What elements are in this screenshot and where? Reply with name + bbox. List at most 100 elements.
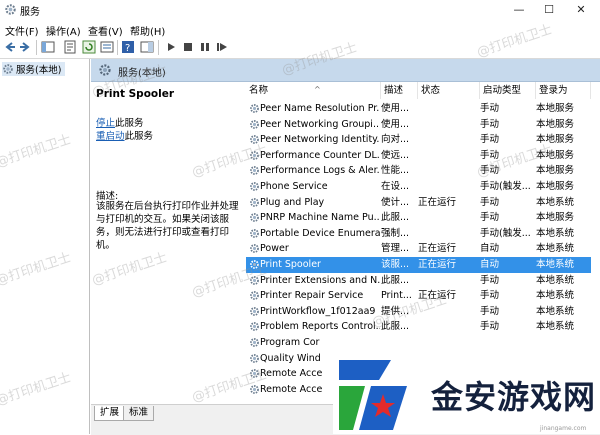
service-gear-icon xyxy=(250,166,259,176)
tree-item-services-local[interactable]: 服务(本地) xyxy=(2,62,66,76)
cell-status: 正在运行 xyxy=(418,243,457,255)
service-gear-icon xyxy=(250,213,259,223)
table-row[interactable]: Peer Networking Identity... 向对... 手动 本地服务 xyxy=(246,132,591,148)
cell-status xyxy=(418,148,478,164)
tab-extended[interactable]: 扩展 xyxy=(94,406,126,421)
cell-logon: 本地系统 xyxy=(536,196,575,208)
table-row[interactable]: Plug and Play 使计... 正在运行 手动 本地系统 xyxy=(246,195,591,211)
back-arrow-icon[interactable] xyxy=(3,40,17,54)
cell-startup: 手动 xyxy=(480,196,500,208)
cell-status xyxy=(418,117,478,133)
pause-service-icon[interactable] xyxy=(198,40,212,54)
logo-url: jinangame.com xyxy=(540,425,587,432)
stop-line: 停止此服务 xyxy=(96,115,144,129)
cell-name: Phone Service xyxy=(260,181,328,192)
export-list-icon[interactable] xyxy=(100,40,114,54)
restart-line: 重启动此服务 xyxy=(96,128,153,142)
services-gear-icon xyxy=(99,64,111,76)
minimize-button[interactable]: — xyxy=(503,0,535,20)
menu-view[interactable]: 查看(V) xyxy=(88,23,123,38)
service-gear-icon xyxy=(250,197,259,207)
show-pane-icon[interactable] xyxy=(140,40,154,54)
console-tree-icon[interactable] xyxy=(41,40,55,54)
cell-startup: 手动 xyxy=(480,165,500,177)
start-service-icon[interactable] xyxy=(164,40,178,54)
stop-service-icon[interactable] xyxy=(181,40,195,54)
cell-startup: 手动 xyxy=(480,118,500,130)
tab-standard[interactable]: 标准 xyxy=(123,406,155,421)
refresh-icon[interactable] xyxy=(82,40,96,54)
cell-logon: 本地服务 xyxy=(536,103,575,114)
menu-action[interactable]: 操作(A) xyxy=(46,23,81,38)
cell-desc: 使用... xyxy=(381,103,410,114)
column-header-startup-type[interactable]: 启动类型 xyxy=(480,82,536,99)
table-row[interactable]: PNRP Machine Name Pu... 此服... 手动 本地服务 xyxy=(246,210,591,226)
table-row[interactable]: Program Cor xyxy=(246,335,591,351)
restart-suffix: 此服务 xyxy=(124,131,154,142)
sort-ascending-icon: ^ xyxy=(314,85,321,94)
services-gear-icon xyxy=(3,64,13,74)
cell-desc: 向对... xyxy=(381,134,410,146)
cell-logon: 本地服务 xyxy=(536,149,575,161)
maximize-button[interactable]: ☐ xyxy=(533,0,565,20)
cell-status xyxy=(418,101,478,117)
cell-desc: 此服... xyxy=(381,321,410,333)
description-text: 该服务在后台执行打印作业并处理与打印机的交互。如果关闭该服务，则无法进行打印或查… xyxy=(96,201,239,251)
restart-service-icon[interactable] xyxy=(215,40,229,54)
help-icon[interactable]: ? xyxy=(121,40,135,54)
cell-status: 正在运行 xyxy=(418,196,457,208)
table-row[interactable]: Portable Device Enumera... 强制... 手动(触发... 本… xyxy=(246,226,591,242)
table-row[interactable]: Printer Extensions and N... 此服... 手动 本地系统 xyxy=(246,273,591,289)
service-gear-icon xyxy=(250,119,259,129)
table-row[interactable]: Phone Service 在设... 手动(触发... 本地服务 xyxy=(246,179,591,195)
table-row[interactable]: Peer Name Resolution Pr... 使用... 手动 本地服务 xyxy=(246,101,591,117)
properties-icon[interactable] xyxy=(63,40,77,54)
cell-name: Portable Device Enumera... xyxy=(260,227,380,239)
tree-item-label: 服务(本地) xyxy=(16,65,62,76)
table-row[interactable]: Print Spooler 该服... 正在运行 自动 本地系统 xyxy=(246,257,591,273)
service-gear-icon xyxy=(250,338,259,347)
table-row[interactable]: Power 管理... 正在运行 自动 本地系统 xyxy=(246,241,591,257)
menu-file[interactable]: 文件(F) xyxy=(5,23,39,38)
cell-logon: 本地系统 xyxy=(536,290,575,302)
table-row[interactable]: Performance Counter DL... 使远... 手动 本地服务 xyxy=(246,148,591,164)
cell-status xyxy=(418,273,478,289)
column-header-description[interactable]: 描述 xyxy=(381,82,418,99)
service-gear-icon xyxy=(250,275,259,285)
column-header-logon-as[interactable]: 登录为 xyxy=(536,82,591,99)
menu-help[interactable]: 帮助(H) xyxy=(130,23,165,38)
cell-desc: 性能... xyxy=(381,165,410,177)
pane-header: 服务(本地) xyxy=(91,59,600,82)
cell-name: Peer Networking Identity... xyxy=(260,134,380,146)
table-row[interactable]: Peer Networking Groupi... 使用... 手动 本地服务 xyxy=(246,117,591,133)
logo-text: 金安游戏网 xyxy=(431,378,597,416)
column-header-status[interactable]: 状态 xyxy=(418,82,480,99)
services-gear-icon xyxy=(5,4,16,15)
table-row[interactable]: Problem Reports Control... 此服... 手动 本地系统 xyxy=(246,319,591,335)
table-row[interactable]: Performance Logs & Aler... 性能... 手动 本地服务 xyxy=(246,163,591,179)
site-logo: 金安游戏网 jinangame.com xyxy=(333,356,600,434)
cell-logon: 本地系统 xyxy=(536,259,575,270)
pane-header-title: 服务(本地) xyxy=(118,68,166,79)
cell-startup: 手动(触发... xyxy=(480,227,531,239)
cell-desc: 使用... xyxy=(381,118,410,130)
cell-startup: 手动 xyxy=(480,290,500,302)
service-gear-icon xyxy=(250,369,259,379)
service-gear-icon xyxy=(250,260,259,269)
table-row[interactable]: Printer Repair Service Print... 正在运行 手动 本地系统 xyxy=(246,288,591,304)
column-header-name[interactable]: 名称 ^ xyxy=(246,82,381,99)
cell-desc xyxy=(381,335,417,351)
forward-arrow-icon[interactable] xyxy=(18,40,32,54)
cell-startup: 自动 xyxy=(480,259,500,270)
cell-status: 正在运行 xyxy=(418,290,457,302)
restart-service-link[interactable]: 重启动 xyxy=(96,131,125,142)
service-gear-icon xyxy=(250,150,259,160)
close-button[interactable]: ✕ xyxy=(565,0,597,20)
cell-logon: 本地服务 xyxy=(536,212,575,224)
cell-name: Peer Networking Groupi... xyxy=(260,118,380,130)
service-gear-icon xyxy=(250,228,259,238)
column-description-label: 描述 xyxy=(384,85,404,96)
cell-status xyxy=(418,319,478,335)
cell-desc: 管理... xyxy=(381,243,410,255)
table-row[interactable]: PrintWorkflow_1f012aa9 提供... 手动 本地系统 xyxy=(246,304,591,320)
